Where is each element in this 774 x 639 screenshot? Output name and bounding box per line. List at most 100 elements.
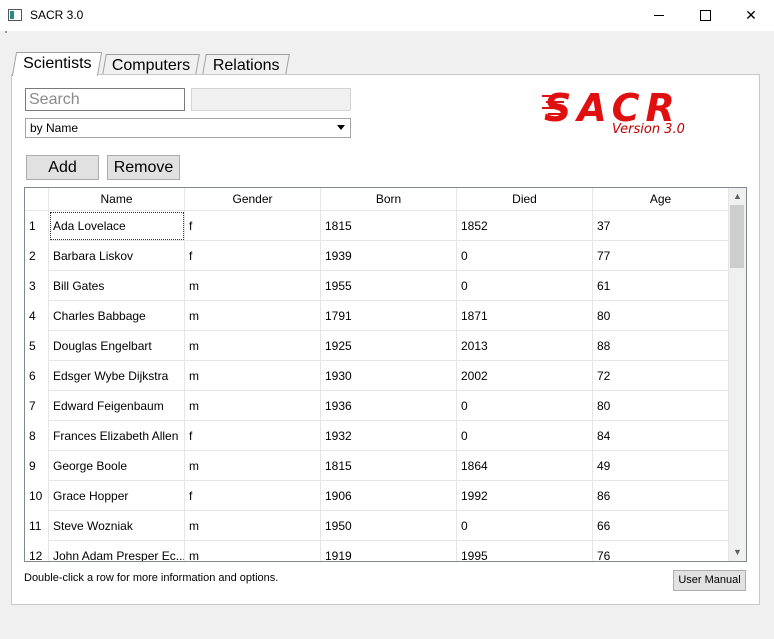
- table-row[interactable]: 6 Edsger Wybe Dijkstra m 1930 2002 72: [25, 361, 729, 391]
- column-header-gender[interactable]: Gender: [185, 188, 321, 211]
- table-cell-gender[interactable]: f: [185, 421, 321, 451]
- table-cell-name[interactable]: Ada Lovelace: [49, 211, 185, 241]
- table-cell-name[interactable]: Barbara Liskov: [49, 241, 185, 271]
- row-number: 5: [25, 331, 49, 361]
- column-header-age[interactable]: Age: [593, 188, 729, 211]
- table-cell-gender[interactable]: m: [185, 301, 321, 331]
- table-cell-age[interactable]: 61: [593, 271, 729, 301]
- table-cell-born[interactable]: 1950: [321, 511, 457, 541]
- sort-select[interactable]: by Name: [25, 118, 351, 138]
- table-cell-name[interactable]: Charles Babbage: [49, 301, 185, 331]
- minimize-button[interactable]: [636, 0, 682, 31]
- table-cell-gender[interactable]: m: [185, 541, 321, 561]
- table-cell-born[interactable]: 1791: [321, 301, 457, 331]
- table-row[interactable]: 2 Barbara Liskov f 1939 0 77: [25, 241, 729, 271]
- table-cell-died[interactable]: 2013: [457, 331, 593, 361]
- table-cell-age[interactable]: 77: [593, 241, 729, 271]
- table-cell-born[interactable]: 1815: [321, 211, 457, 241]
- table-cell-age[interactable]: 66: [593, 511, 729, 541]
- table-row[interactable]: 10 Grace Hopper f 1906 1992 86: [25, 481, 729, 511]
- table-cell-died[interactable]: 1864: [457, 451, 593, 481]
- column-header-born[interactable]: Born: [321, 188, 457, 211]
- table-cell-gender[interactable]: f: [185, 241, 321, 271]
- minimize-icon: [654, 15, 664, 16]
- remove-button[interactable]: Remove: [107, 155, 180, 180]
- table-row[interactable]: 1 Ada Lovelace f 1815 1852 37: [25, 211, 729, 241]
- resize-grip-dot: [5, 31, 7, 33]
- table-cell-born[interactable]: 1936: [321, 391, 457, 421]
- table-cell-born[interactable]: 1930: [321, 361, 457, 391]
- maximize-icon: [699, 10, 711, 21]
- close-button[interactable]: ✕: [728, 0, 774, 31]
- table-cell-name[interactable]: Douglas Engelbart: [49, 331, 185, 361]
- scrollbar-thumb[interactable]: [730, 205, 744, 268]
- table-row[interactable]: 9 George Boole m 1815 1864 49: [25, 451, 729, 481]
- vertical-scrollbar[interactable]: ▲ ▼: [729, 188, 746, 561]
- search-input[interactable]: [25, 88, 185, 111]
- table-cell-name[interactable]: Edsger Wybe Dijkstra: [49, 361, 185, 391]
- table-cell-born[interactable]: 1932: [321, 421, 457, 451]
- column-header-name[interactable]: Name: [49, 188, 185, 211]
- table-cell-born[interactable]: 1939: [321, 241, 457, 271]
- table-row[interactable]: 8 Frances Elizabeth Allen f 1932 0 84: [25, 421, 729, 451]
- table-cell-age[interactable]: 84: [593, 421, 729, 451]
- table-cell-name[interactable]: George Boole: [49, 451, 185, 481]
- table-cell-gender[interactable]: m: [185, 391, 321, 421]
- table-cell-gender[interactable]: f: [185, 481, 321, 511]
- table-cell-name[interactable]: Frances Elizabeth Allen: [49, 421, 185, 451]
- add-button[interactable]: Add: [26, 155, 99, 180]
- table-cell-name[interactable]: Grace Hopper: [49, 481, 185, 511]
- table-cell-died[interactable]: 1992: [457, 481, 593, 511]
- table-row[interactable]: 5 Douglas Engelbart m 1925 2013 88: [25, 331, 729, 361]
- table-cell-age[interactable]: 49: [593, 451, 729, 481]
- table-cell-gender[interactable]: m: [185, 331, 321, 361]
- maximize-button[interactable]: [682, 0, 728, 31]
- sort-select-value: by Name: [30, 121, 79, 135]
- table-cell-died[interactable]: 0: [457, 241, 593, 271]
- scroll-down-icon[interactable]: ▼: [729, 544, 746, 561]
- table-row[interactable]: 7 Edward Feigenbaum m 1936 0 80: [25, 391, 729, 421]
- table-cell-gender[interactable]: m: [185, 271, 321, 301]
- table-row[interactable]: 12 John Adam Presper Ec... m 1919 1995 76: [25, 541, 729, 561]
- table-cell-born[interactable]: 1815: [321, 451, 457, 481]
- table-cell-age[interactable]: 80: [593, 301, 729, 331]
- table-cell-died[interactable]: 0: [457, 421, 593, 451]
- table-cell-died[interactable]: 1995: [457, 541, 593, 561]
- row-number: 6: [25, 361, 49, 391]
- table-cell-gender[interactable]: m: [185, 361, 321, 391]
- table-cell-name[interactable]: Steve Wozniak: [49, 511, 185, 541]
- chevron-down-icon: [337, 125, 345, 130]
- tab-scientists[interactable]: Scientists: [11, 52, 103, 76]
- table-row[interactable]: 11 Steve Wozniak m 1950 0 66: [25, 511, 729, 541]
- table-cell-age[interactable]: 88: [593, 331, 729, 361]
- table-cell-born[interactable]: 1925: [321, 331, 457, 361]
- table-cell-age[interactable]: 37: [593, 211, 729, 241]
- table-cell-age[interactable]: 72: [593, 361, 729, 391]
- table-cell-died[interactable]: 2002: [457, 361, 593, 391]
- table-cell-age[interactable]: 76: [593, 541, 729, 561]
- table-row[interactable]: 4 Charles Babbage m 1791 1871 80: [25, 301, 729, 331]
- table-cell-born[interactable]: 1955: [321, 271, 457, 301]
- scroll-up-icon[interactable]: ▲: [729, 188, 746, 205]
- table-cell-born[interactable]: 1919: [321, 541, 457, 561]
- scientists-table[interactable]: Name Gender Born Died Age 1 Ada Lovelace f…: [24, 187, 747, 562]
- table-cell-gender[interactable]: m: [185, 511, 321, 541]
- column-header-died[interactable]: Died: [457, 188, 593, 211]
- table-cell-died[interactable]: 1852: [457, 211, 593, 241]
- tab-relations[interactable]: Relations: [202, 54, 290, 75]
- table-row[interactable]: 3 Bill Gates m 1955 0 61: [25, 271, 729, 301]
- table-cell-died[interactable]: 0: [457, 271, 593, 301]
- table-cell-age[interactable]: 86: [593, 481, 729, 511]
- table-cell-age[interactable]: 80: [593, 391, 729, 421]
- table-cell-born[interactable]: 1906: [321, 481, 457, 511]
- table-cell-died[interactable]: 0: [457, 511, 593, 541]
- table-cell-name[interactable]: Edward Feigenbaum: [49, 391, 185, 421]
- table-cell-name[interactable]: Bill Gates: [49, 271, 185, 301]
- table-cell-gender[interactable]: f: [185, 211, 321, 241]
- table-cell-gender[interactable]: m: [185, 451, 321, 481]
- table-cell-died[interactable]: 1871: [457, 301, 593, 331]
- table-cell-name[interactable]: John Adam Presper Ec...: [49, 541, 185, 561]
- user-manual-button[interactable]: User Manual: [673, 570, 746, 591]
- tab-computers[interactable]: Computers: [102, 54, 200, 75]
- table-cell-died[interactable]: 0: [457, 391, 593, 421]
